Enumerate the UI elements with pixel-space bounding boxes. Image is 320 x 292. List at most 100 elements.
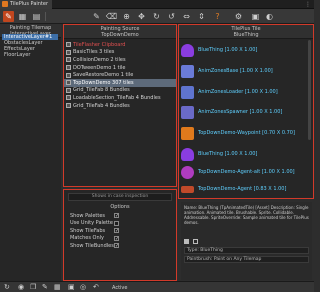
tile-thumbnail-icon	[181, 43, 194, 57]
show-tilefabs-checkbox[interactable]	[114, 228, 119, 234]
tile-mode-icon[interactable]: ▤	[31, 11, 42, 22]
tile-item[interactable]: AnimZonesLoader [1.00 X 1.00]	[181, 84, 301, 100]
tile-type-field: Type: BlueThing	[184, 247, 309, 254]
lock-icon[interactable]: ▣	[68, 284, 75, 291]
grid-icon[interactable]: ▦	[54, 284, 61, 291]
painting-source-subtitle: TopDownDemo	[101, 32, 139, 38]
toolbar: ✎ ▦ ▤ ✎ ⌫ ⊕ ✥ ↻ ↺ ⇔ ⇕ ? ⚙ ▣ ◐	[0, 9, 314, 24]
active-status: Active	[112, 285, 128, 291]
flip-x-icon[interactable]: ⇔	[181, 11, 192, 22]
window-menu-icon[interactable]: ⋮	[305, 1, 311, 8]
refresh-icon[interactable]: ↻	[4, 284, 10, 291]
tile-label: AnimZonesBase [1.00 X 1.00]	[198, 68, 273, 74]
source-item-label: BasicTiles 3 tiles	[73, 49, 115, 56]
option-row: Matches Only	[70, 235, 176, 243]
toggle-icon[interactable]: ◐	[264, 11, 275, 22]
tile-label: TopDownDemo-Waypoint [0.70 X 0.70]	[198, 130, 295, 136]
source-item[interactable]: BasicTiles 3 tiles	[64, 49, 176, 57]
tile-thumbnail-icon	[181, 85, 194, 99]
copy-icon[interactable]	[193, 239, 198, 244]
info-actions	[184, 238, 309, 245]
tile-item[interactable]: BlueThing [1.00 X 1.00]	[181, 146, 301, 162]
info-icon[interactable]	[184, 239, 189, 244]
tile-item[interactable]: AnimZonesSpawner [1.00 X 1.00]	[181, 104, 301, 120]
painting-tilemap-panel: Painting Tilemap InteractiveLayer	[0, 24, 61, 281]
option-row: Show Palettes	[70, 212, 176, 220]
tile-label: BlueThing [1.00 X 1.00]	[198, 47, 258, 53]
tilefab-icon	[66, 103, 71, 109]
tile-item[interactable]: AnimZonesBase [1.00 X 1.00]	[181, 63, 301, 79]
erase-icon[interactable]: ⌫	[106, 11, 117, 22]
option-label: Show TileFabs	[70, 227, 106, 234]
help-icon[interactable]: ?	[212, 11, 223, 22]
palette-icon	[66, 80, 71, 86]
window-tab[interactable]: TilePlus Painter	[0, 0, 53, 9]
palette-icon	[66, 65, 71, 71]
flip-y-icon[interactable]: ⇕	[196, 11, 207, 22]
option-row: Show TileBundles	[70, 242, 176, 250]
info-panel: Name: BlueThing (TpAnimatedTile) [Asset]…	[181, 202, 312, 280]
locate-icon[interactable]: ◎	[80, 284, 86, 291]
settings-icon[interactable]: ⚙	[233, 11, 244, 22]
layout-icon[interactable]: ▣	[250, 11, 261, 22]
tile-label: AnimZonesLoader [1.00 X 1.00]	[198, 89, 278, 95]
painting-mode-icon[interactable]: ✎	[3, 11, 14, 22]
source-item-label: SaveRestoreDemo 1 tile	[73, 72, 134, 79]
option-label: Matches Only	[70, 235, 104, 242]
tile-thumbnail-icon	[181, 185, 194, 193]
source-item[interactable]: TopDownDemo 307 tiles	[64, 78, 176, 87]
source-item[interactable]: LoadableSection_TileFab 4 Bundles	[64, 94, 176, 102]
painting-source-header: Painting Source TopDownDemo	[64, 25, 176, 39]
layers-icon[interactable]: ❐	[30, 284, 36, 291]
tile-item[interactable]: TopDownDemo-Agent [0.83 X 1.00]	[181, 181, 301, 197]
palette-icon	[66, 57, 71, 63]
source-item-label: DOTweenDemo 1 tile	[73, 64, 126, 71]
source-item[interactable]: Grid_TileFab 8 Bundles	[64, 87, 176, 95]
tile-label: BlueThing [1.00 X 1.00]	[198, 151, 258, 157]
eye-icon[interactable]: ◉	[18, 284, 24, 291]
rotate-ccw-icon[interactable]: ↺	[166, 11, 177, 22]
tile-thumbnail-icon	[181, 64, 194, 78]
option-label: Show Palettes	[70, 212, 106, 219]
move-icon[interactable]: ✥	[136, 11, 147, 22]
title-bar: TilePlus Painter ⋮	[0, 0, 314, 9]
tilefab-icon	[66, 95, 71, 101]
source-item-label: Grid_TileFab 4 Bundles	[73, 102, 130, 109]
source-item[interactable]: Grid_TileFab 4 Bundles	[64, 102, 176, 110]
paint-icon[interactable]: ✎	[91, 11, 102, 22]
tilefab-icon	[66, 87, 71, 93]
palette-icon	[66, 49, 71, 55]
tile-item[interactable]: TopDownDemo-Agent-alt [1.00 X 1.00]	[181, 164, 301, 180]
grid-mode-icon[interactable]: ▦	[17, 11, 28, 22]
option-row: Use Unity Palette	[70, 220, 176, 228]
tile-label: AnimZonesSpawner [1.00 X 1.00]	[198, 109, 283, 115]
option-label: Use Unity Palette	[70, 220, 113, 227]
tile-thumbnail-icon	[181, 105, 194, 119]
source-item-label: LoadableSection_TileFab 4 Bundles	[73, 94, 161, 101]
tile-list-scrollbar[interactable]	[308, 40, 311, 140]
source-item-label: TileFlasher Clipboard	[73, 41, 126, 48]
option-label: Show TileBundles	[70, 242, 114, 249]
show-tilebundles-checkbox[interactable]	[114, 243, 119, 249]
palette-icon	[66, 72, 71, 78]
source-item[interactable]: CollisionDemo 2 tiles	[64, 56, 176, 64]
options-title: Options	[110, 204, 130, 210]
layer-item[interactable]: FloorLayer	[2, 52, 58, 58]
rotate-cw-icon[interactable]: ↻	[151, 11, 162, 22]
source-item-label: TopDownDemo 307 tiles	[73, 79, 134, 86]
tileplus-tile-header: TilePlus Tile BlueThing	[179, 25, 313, 39]
matches-only-checkbox[interactable]	[114, 235, 119, 241]
source-item[interactable]: DOTweenDemo 1 tile	[64, 64, 176, 72]
tile-thumbnail-icon	[181, 147, 194, 161]
undo-icon[interactable]: ↶	[93, 284, 99, 291]
tile-item[interactable]: BlueThing [1.00 X 1.00]	[181, 42, 301, 58]
brush-icon[interactable]: ✎	[42, 284, 48, 291]
source-item[interactable]: TileFlasher Clipboard	[64, 41, 176, 49]
source-item[interactable]: SaveRestoreDemo 1 tile	[64, 71, 176, 79]
window-tab-label: TilePlus Painter	[10, 1, 49, 7]
pick-icon[interactable]: ⊕	[121, 11, 132, 22]
show-palettes-checkbox[interactable]	[114, 213, 119, 219]
use-unity-palette-checkbox[interactable]	[114, 220, 119, 226]
painter-logo-icon	[2, 1, 8, 7]
tile-item[interactable]: TopDownDemo-Waypoint [0.70 X 0.70]	[181, 125, 301, 141]
